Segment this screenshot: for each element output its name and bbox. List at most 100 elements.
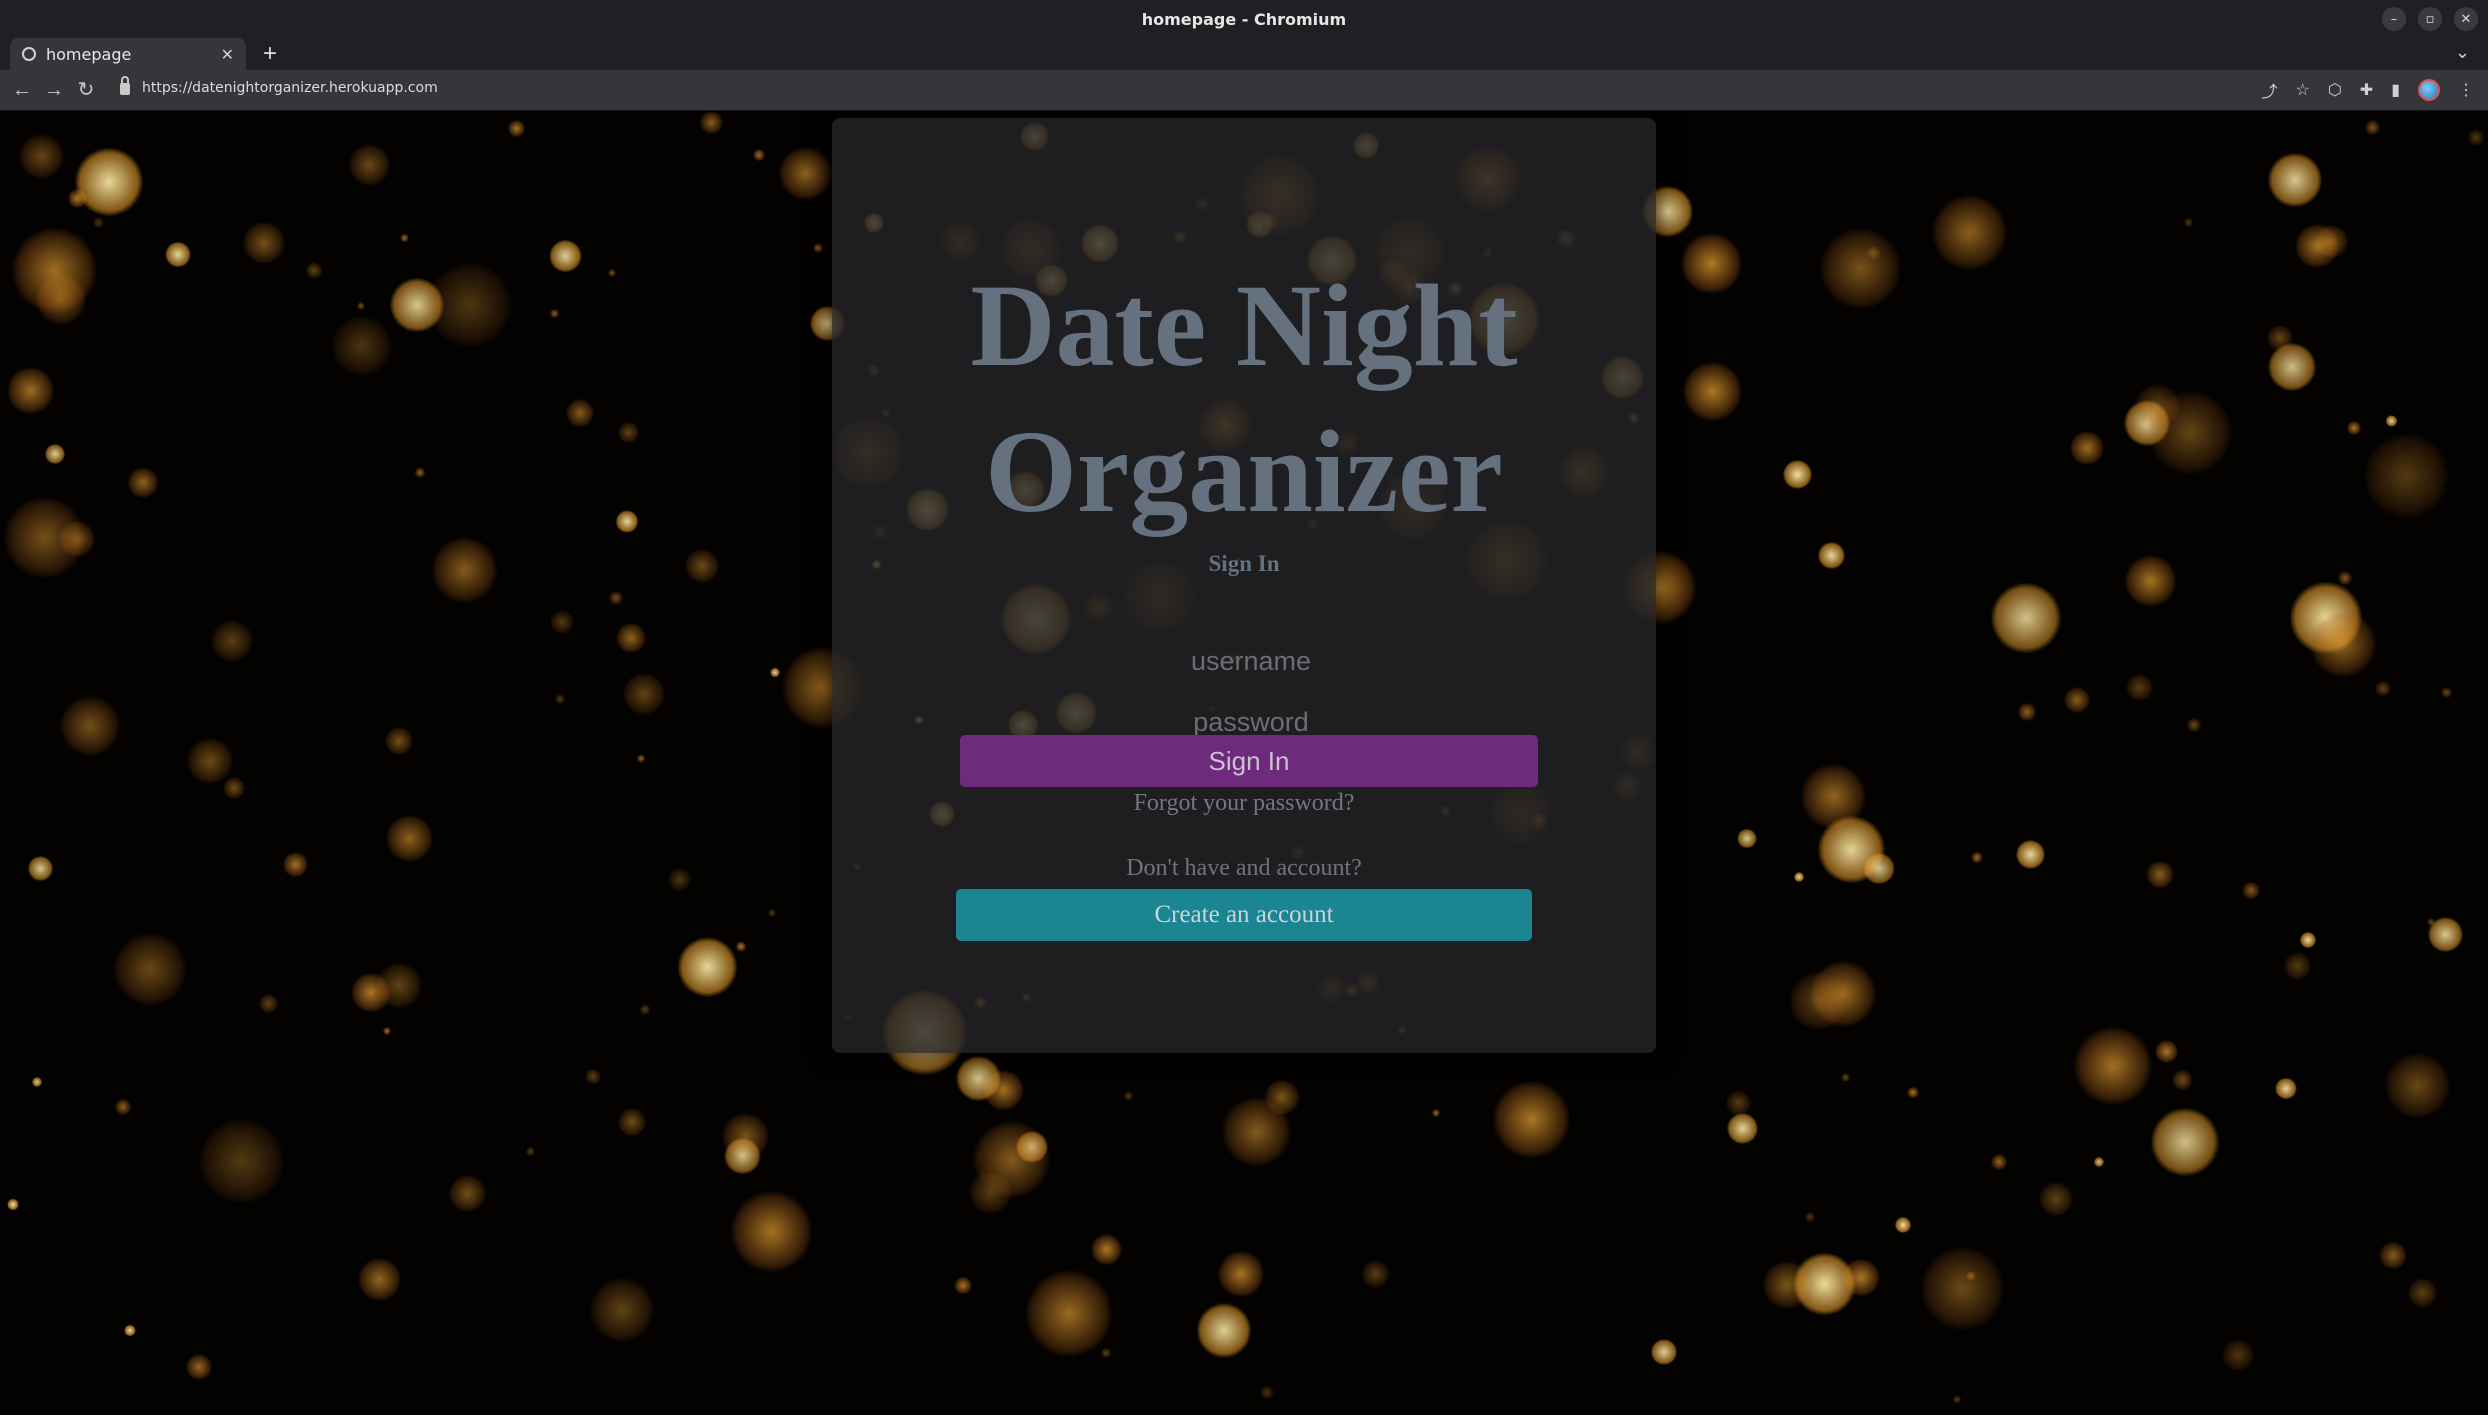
- tab-homepage[interactable]: homepage ✕: [10, 38, 246, 70]
- bokeh-light: [7, 1199, 19, 1211]
- bokeh-light: [2094, 1157, 2105, 1167]
- bokeh-light: [1932, 195, 2008, 271]
- bokeh-light: [305, 262, 323, 280]
- bokeh-light: [1971, 851, 1983, 863]
- bokeh-light: [2337, 571, 2352, 585]
- bokeh-light: [1123, 1091, 1134, 1101]
- tab-search-chevron-icon[interactable]: ⌄: [2455, 42, 2470, 63]
- tab-close-icon[interactable]: ✕: [221, 45, 234, 64]
- bokeh-light: [1090, 1234, 1122, 1266]
- bokeh-light: [1863, 852, 1895, 885]
- puzzle-extensions-icon[interactable]: ✚: [2360, 80, 2373, 100]
- bokeh-light: [1651, 1339, 1677, 1365]
- minimize-button[interactable]: –: [2382, 7, 2406, 31]
- bokeh-light: [414, 467, 426, 479]
- bokeh-light: [2385, 414, 2398, 427]
- bokeh-light: [2015, 840, 2046, 870]
- title-line-2: Organizer: [985, 406, 1503, 537]
- bokeh-light: [59, 695, 121, 757]
- bokeh-light: [7, 367, 54, 414]
- bokeh-light: [2295, 223, 2340, 268]
- bokeh-light: [385, 727, 414, 756]
- bokeh-light: [432, 537, 498, 603]
- tab-title: homepage: [46, 44, 132, 64]
- bokeh-light: [1952, 1395, 1961, 1404]
- kebab-menu-icon[interactable]: ⋮: [2458, 80, 2474, 100]
- bokeh-light: [351, 972, 391, 1013]
- bokeh-light: [2064, 686, 2091, 714]
- sign-in-button[interactable]: Sign In: [960, 735, 1538, 787]
- forward-button[interactable]: →: [42, 78, 66, 102]
- bokeh-light: [1793, 872, 1804, 883]
- new-tab-button[interactable]: +: [258, 42, 282, 66]
- close-window-button[interactable]: ✕: [2454, 7, 2478, 31]
- bokeh-light: [677, 937, 738, 997]
- bokeh-light: [2017, 702, 2036, 721]
- bokeh-light: [383, 1027, 392, 1036]
- bokeh-light: [735, 941, 747, 952]
- bokeh-light: [2242, 881, 2260, 900]
- bokeh-light: [1920, 1247, 2004, 1331]
- extension-icon[interactable]: ⬡: [2328, 80, 2342, 100]
- bokeh-light: [640, 1004, 651, 1015]
- bokeh-light: [2070, 431, 2105, 466]
- forgot-password-link[interactable]: Forgot your password?: [832, 790, 1656, 817]
- side-panel-icon[interactable]: ▮: [2391, 80, 2400, 100]
- bokeh-light: [724, 1137, 761, 1175]
- create-account-button[interactable]: Create an account: [956, 889, 1532, 941]
- share-icon[interactable]: ⤴: [2261, 78, 2277, 102]
- bookmark-star-icon[interactable]: ☆: [2295, 80, 2309, 100]
- bokeh-light: [45, 443, 66, 464]
- bokeh-light: [1991, 1154, 2007, 1170]
- username-input[interactable]: [962, 636, 1540, 686]
- bokeh-light: [223, 777, 246, 800]
- bokeh-light: [589, 1277, 654, 1342]
- bokeh-light: [608, 269, 617, 278]
- bokeh-light: [185, 1353, 212, 1381]
- window-titlebar: homepage - Chromium – ▫ ✕: [0, 0, 2488, 38]
- bokeh-light: [1907, 1086, 1919, 1099]
- toolbar-actions: ⤴ ☆ ⬡ ✚ ▮ ⋮: [2261, 78, 2474, 102]
- bokeh-light: [1820, 228, 1901, 310]
- bokeh-light: [1782, 459, 1812, 489]
- bokeh-light: [1736, 828, 1757, 849]
- bokeh-light: [2124, 555, 2177, 607]
- bokeh-light: [2385, 1053, 2451, 1119]
- bokeh-light: [1493, 1080, 1570, 1158]
- lock-icon[interactable]: [120, 76, 130, 95]
- back-button[interactable]: ←: [10, 78, 34, 102]
- bokeh-light: [211, 619, 254, 663]
- bokeh-light: [684, 549, 719, 584]
- bokeh-light: [2267, 153, 2322, 207]
- bokeh-light: [2184, 218, 2194, 228]
- bokeh-light: [636, 754, 646, 763]
- bokeh-light: [585, 1068, 601, 1084]
- bokeh-light: [769, 667, 780, 678]
- bokeh-light: [2283, 951, 2312, 980]
- bokeh-light: [2364, 120, 2381, 136]
- bokeh-light: [31, 1076, 42, 1087]
- bokeh-light: [2274, 1077, 2297, 1100]
- bokeh-light: [2073, 1027, 2152, 1106]
- profile-avatar[interactable]: [2418, 79, 2440, 101]
- bokeh-light: [1793, 1252, 1857, 1316]
- bokeh-light: [779, 147, 832, 201]
- maximize-button[interactable]: ▫: [2418, 7, 2442, 31]
- bokeh-light: [2155, 1040, 2179, 1064]
- bokeh-light: [75, 148, 144, 217]
- reload-button[interactable]: ↻: [74, 78, 98, 102]
- bokeh-light: [2126, 674, 2154, 702]
- bokeh-light: [448, 1175, 486, 1212]
- bokeh-light: [1221, 1097, 1291, 1166]
- bokeh-light: [954, 1276, 972, 1294]
- bokeh-light: [2309, 610, 2377, 677]
- bokeh-light: [565, 399, 594, 428]
- tab-strip: homepage ✕ + ⌄: [0, 38, 2488, 70]
- bokeh-light: [1990, 582, 2062, 654]
- bokeh-light: [113, 933, 187, 1006]
- bokeh-light: [699, 111, 723, 135]
- bokeh-light: [127, 467, 159, 498]
- address-bar[interactable]: https://datenightorganizer.herokuapp.com: [142, 80, 438, 96]
- bokeh-light: [2441, 687, 2453, 699]
- bokeh-light: [554, 693, 565, 704]
